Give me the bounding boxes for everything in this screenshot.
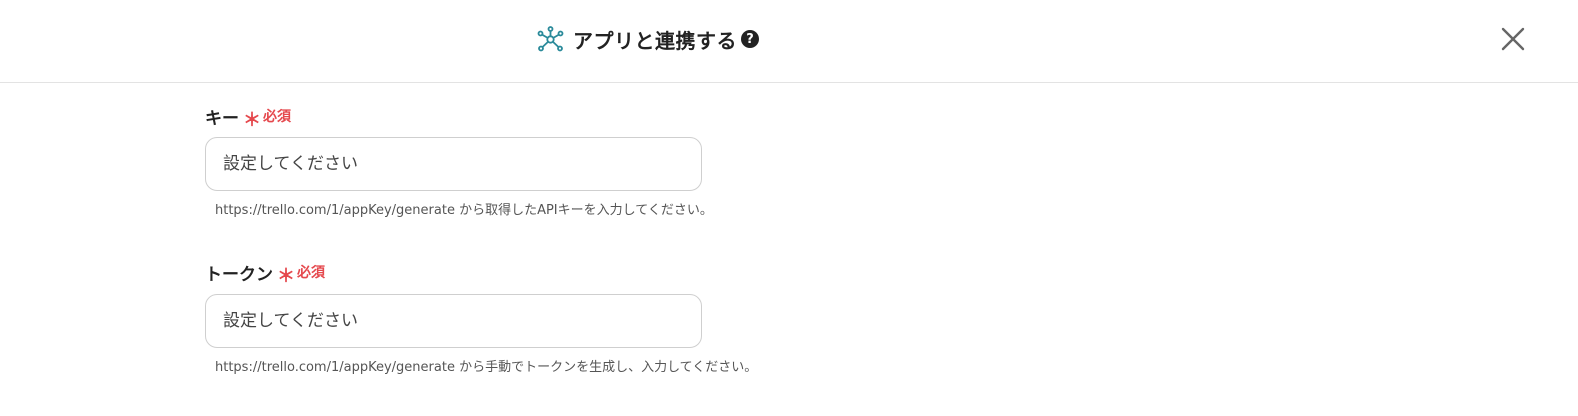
key-field-label: キー ＊ 必須 bbox=[205, 103, 291, 132]
token-input[interactable] bbox=[205, 294, 702, 348]
required-text: 必須 bbox=[297, 265, 325, 281]
key-hint: https://trello.com/1/appKey/generate から取… bbox=[215, 203, 713, 218]
token-hint: https://trello.com/1/appKey/generate から手… bbox=[215, 360, 758, 375]
required-mark: ＊ bbox=[243, 110, 261, 131]
token-field-label: トークン ＊ 必須 bbox=[205, 259, 325, 288]
close-icon bbox=[1501, 27, 1525, 51]
token-label-text: トークン bbox=[205, 264, 273, 285]
close-button[interactable] bbox=[1498, 24, 1528, 54]
key-input[interactable] bbox=[205, 137, 702, 191]
help-icon[interactable]: ? bbox=[741, 30, 759, 48]
network-hub-icon bbox=[537, 25, 564, 53]
key-label-text: キー bbox=[205, 108, 239, 129]
modal-title: アプリと連携する bbox=[573, 28, 737, 53]
modal-header: アプリと連携する ? bbox=[0, 0, 1578, 83]
modal-title-group: アプリと連携する ? bbox=[537, 24, 759, 54]
required-mark: ＊ bbox=[277, 266, 295, 287]
required-text: 必須 bbox=[263, 109, 291, 125]
